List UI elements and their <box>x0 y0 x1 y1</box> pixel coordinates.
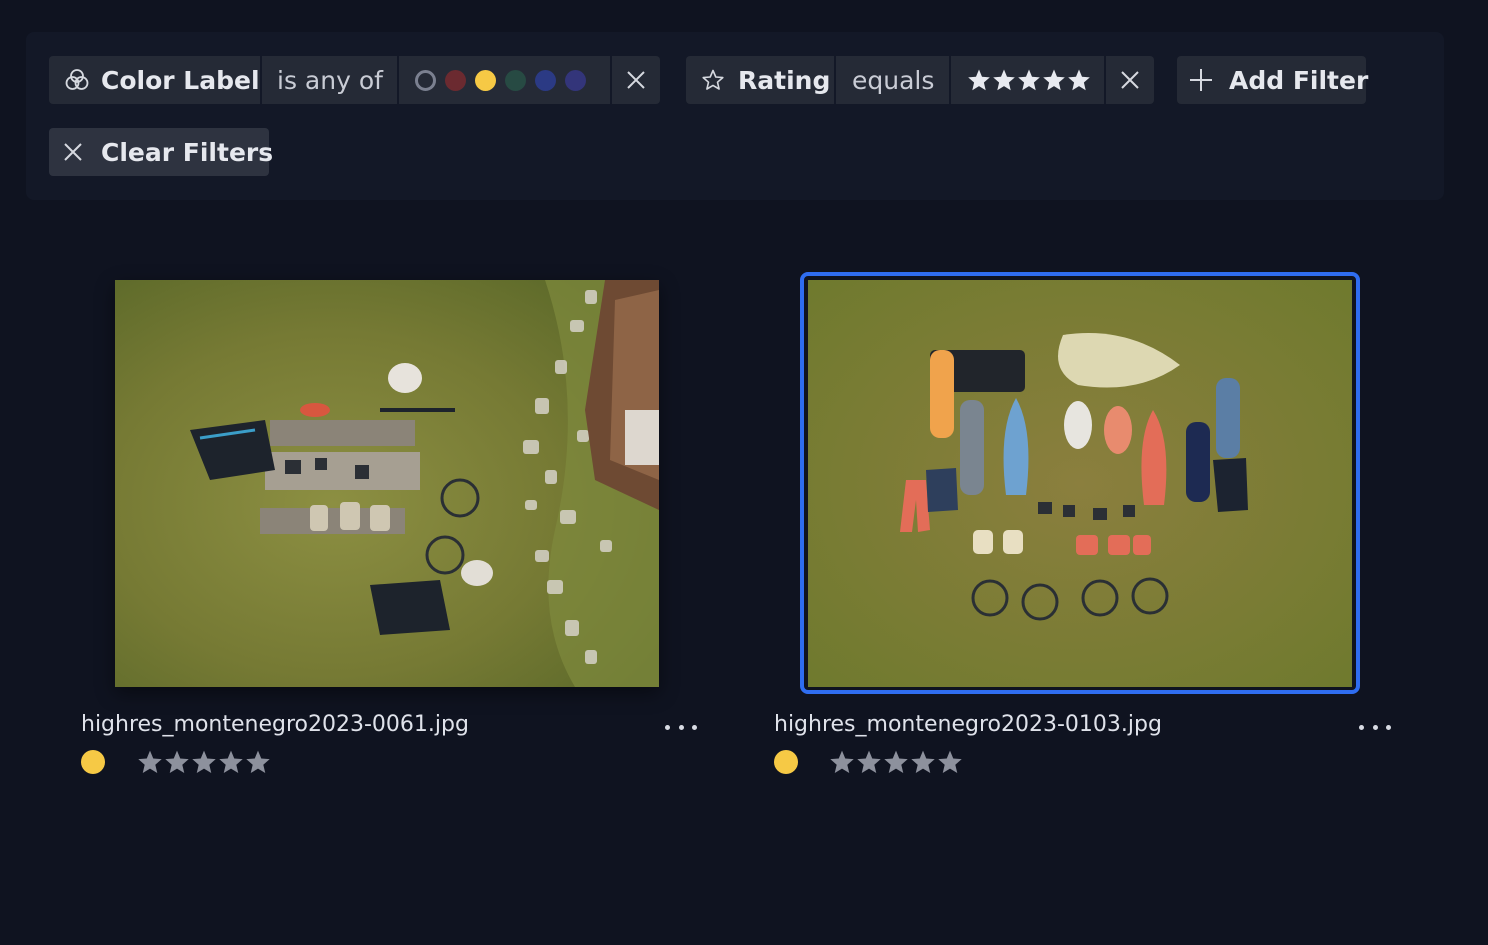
more-options-button[interactable] <box>1359 717 1391 737</box>
thumbnail-filename: highres_montenegro2023-0061.jpg <box>81 712 469 737</box>
clear-filters-button[interactable]: Clear Filters <box>49 128 273 176</box>
more-dot <box>692 724 697 730</box>
star-rating[interactable] <box>137 749 271 775</box>
more-dot <box>678 724 684 730</box>
color-label-icon <box>64 67 90 93</box>
close-icon <box>63 142 83 162</box>
rating-field[interactable]: Rating <box>686 56 834 104</box>
star-icon <box>911 750 935 774</box>
rating-filter: Rating equals <box>686 56 1154 104</box>
star-icon <box>246 750 270 774</box>
clear-filters-label: Clear Filters <box>101 137 274 167</box>
star-icon <box>1068 69 1090 91</box>
remove-rating-filter-button[interactable] <box>1106 56 1154 104</box>
star-icon <box>830 750 854 774</box>
rating-operator[interactable]: equals <box>836 56 949 104</box>
add-filter-button[interactable]: Add Filter <box>1177 56 1369 104</box>
color-dot-green[interactable] <box>505 69 526 91</box>
close-icon <box>626 70 646 90</box>
color-label-field[interactable]: Color Label <box>49 56 260 104</box>
photo-gear-flatlay-aerial <box>808 280 1352 687</box>
plus-icon <box>1189 68 1213 92</box>
color-label-badge[interactable] <box>774 750 798 774</box>
color-label-badge[interactable] <box>81 750 105 774</box>
add-filter-label: Add Filter <box>1229 65 1369 95</box>
clear-filters-group: Clear Filters <box>49 128 273 176</box>
more-dot <box>1359 724 1364 730</box>
close-icon <box>1120 70 1140 90</box>
color-dot-red[interactable] <box>445 69 466 91</box>
color-dot-none[interactable] <box>415 69 436 91</box>
rating-field-label: Rating <box>738 65 831 95</box>
color-label-operator[interactable]: is any of <box>262 56 397 104</box>
star-icon <box>165 750 189 774</box>
star-icon <box>1043 69 1065 91</box>
rating-value[interactable] <box>951 56 1104 104</box>
star-icon <box>219 750 243 774</box>
color-label-value[interactable] <box>399 56 610 104</box>
more-dot <box>1372 724 1378 730</box>
star-icon <box>192 750 216 774</box>
remove-color-filter-button[interactable] <box>612 56 660 104</box>
photo-thumbnail[interactable] <box>115 280 659 687</box>
star-icon <box>857 750 881 774</box>
more-options-button[interactable] <box>665 717 697 737</box>
star-icon <box>968 69 990 91</box>
star-icon <box>884 750 908 774</box>
color-dot-blue[interactable] <box>535 69 556 91</box>
star-icon <box>938 750 962 774</box>
color-dot-purple[interactable] <box>565 69 586 91</box>
star-icon <box>993 69 1015 91</box>
color-label-filter: Color Label is any of <box>49 56 660 104</box>
star-icon <box>138 750 162 774</box>
color-label-field-label: Color Label <box>101 65 260 95</box>
more-dot <box>665 724 670 730</box>
star-outline-icon <box>701 68 725 92</box>
star-rating[interactable] <box>829 749 963 775</box>
thumbnail-filename: highres_montenegro2023-0103.jpg <box>774 712 1162 737</box>
rating-operator-label: equals <box>852 65 935 95</box>
photo-thumbnail[interactable] <box>808 280 1352 687</box>
star-icon <box>1018 69 1040 91</box>
more-dot <box>1386 724 1391 730</box>
color-label-operator-label: is any of <box>277 65 383 95</box>
color-dot-yellow[interactable] <box>475 69 496 91</box>
photo-picnic-aerial <box>115 280 659 687</box>
add-filter-group: Add Filter <box>1177 56 1369 104</box>
